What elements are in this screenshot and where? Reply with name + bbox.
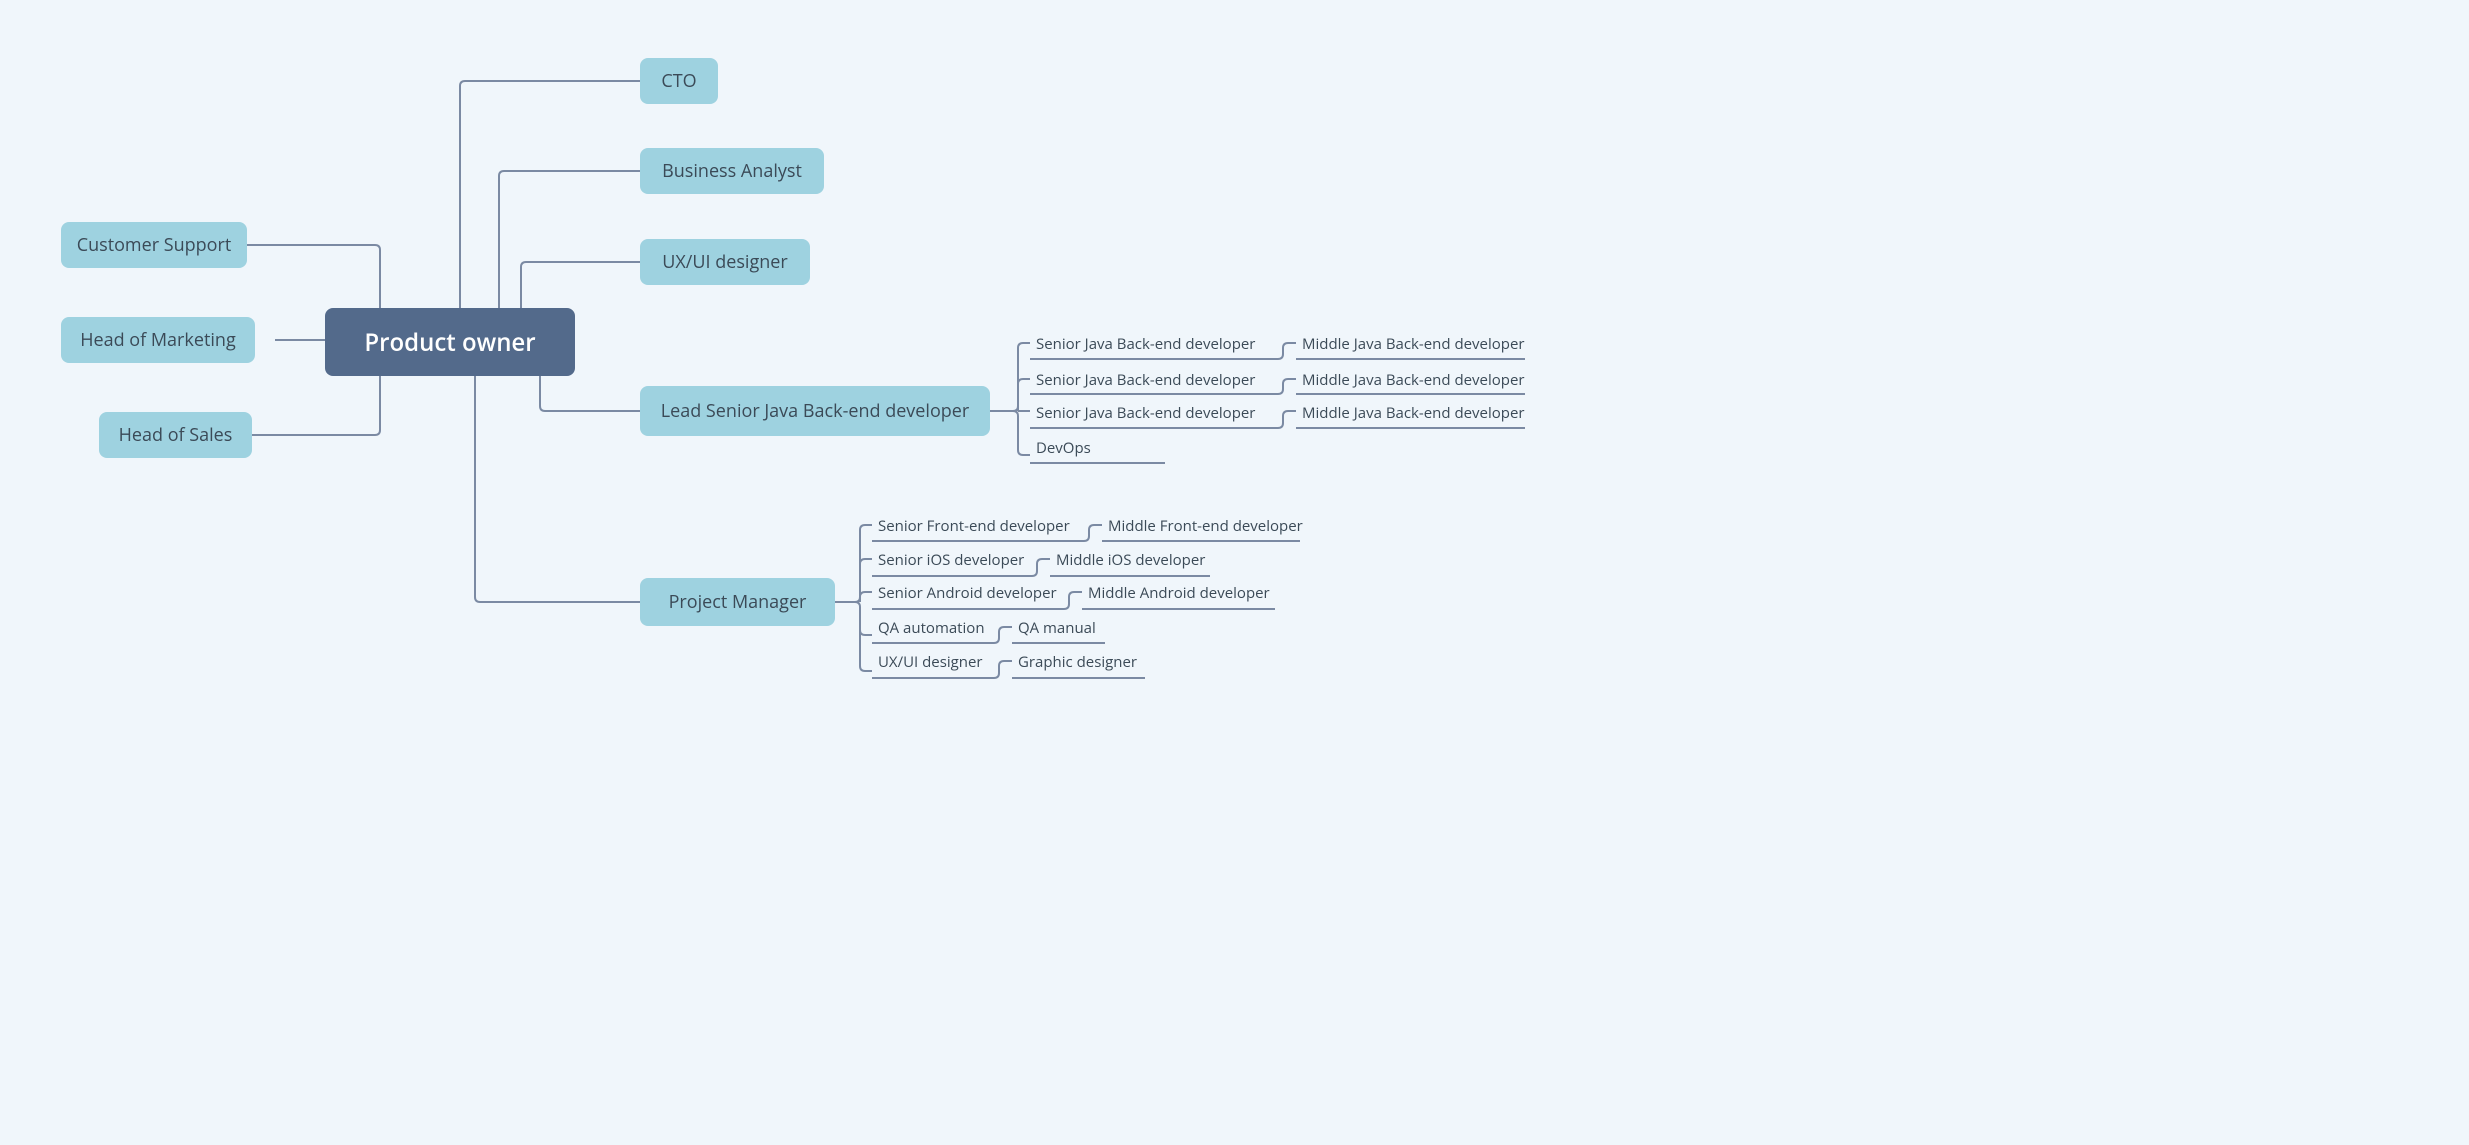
node-ux-ui-designer[interactable]: UX/UI designer <box>640 239 810 285</box>
leaf-graphic-designer: Graphic designer <box>1018 652 1137 672</box>
leaf-middle-java-2: Middle Java Back-end developer <box>1302 370 1525 390</box>
leaf-senior-java-3: Senior Java Back-end developer <box>1036 403 1255 423</box>
leaf-devops: DevOps <box>1036 438 1091 458</box>
leaf-middle-java-3: Middle Java Back-end developer <box>1302 403 1525 423</box>
node-head-marketing[interactable]: Head of Marketing <box>61 317 255 363</box>
leaf-senior-frontend: Senior Front-end developer <box>878 516 1070 536</box>
leaf-qa-automation: QA automation <box>878 618 985 638</box>
org-chart-canvas: Product owner Customer Support Head of M… <box>0 0 1545 717</box>
node-head-sales[interactable]: Head of Sales <box>99 412 252 458</box>
leaf-senior-java-1: Senior Java Back-end developer <box>1036 334 1255 354</box>
node-lead-java[interactable]: Lead Senior Java Back-end developer <box>640 386 990 436</box>
leaf-middle-java-1: Middle Java Back-end developer <box>1302 334 1525 354</box>
leaf-senior-android: Senior Android developer <box>878 583 1057 603</box>
leaf-middle-frontend: Middle Front-end developer <box>1108 516 1303 536</box>
leaf-senior-ios: Senior iOS developer <box>878 550 1024 570</box>
leaf-senior-java-2: Senior Java Back-end developer <box>1036 370 1255 390</box>
node-project-manager[interactable]: Project Manager <box>640 578 835 626</box>
leaf-uxui-pm: UX/UI designer <box>878 652 983 672</box>
leaf-qa-manual: QA manual <box>1018 618 1096 638</box>
leaf-middle-android: Middle Android developer <box>1088 583 1270 603</box>
node-business-analyst[interactable]: Business Analyst <box>640 148 824 194</box>
root-product-owner[interactable]: Product owner <box>325 308 575 376</box>
node-cto[interactable]: CTO <box>640 58 718 104</box>
node-customer-support[interactable]: Customer Support <box>61 222 247 268</box>
leaf-middle-ios: Middle iOS developer <box>1056 550 1205 570</box>
